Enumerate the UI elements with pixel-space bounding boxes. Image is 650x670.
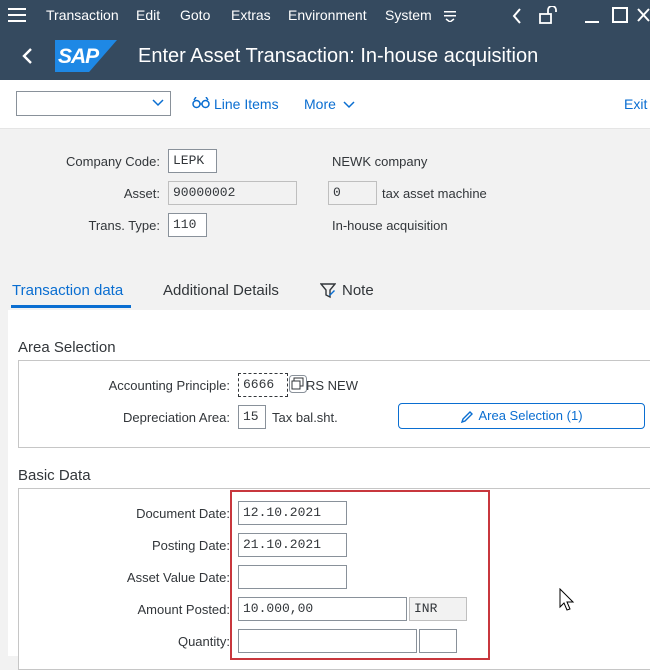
menu-more-icon[interactable]: [444, 10, 456, 22]
tab-note[interactable]: Note: [342, 282, 374, 299]
chevron-left-icon[interactable]: [512, 8, 522, 24]
hamburger-menu-icon[interactable]: [8, 8, 26, 22]
depreciation-area-text: Tax bal.sht.: [272, 410, 338, 425]
area-selection-title: Area Selection: [18, 339, 116, 356]
glasses-icon: [192, 97, 210, 109]
asset-description: tax asset machine: [382, 186, 487, 201]
exit-button[interactable]: Exit: [624, 96, 647, 112]
trans-type-field[interactable]: 110: [168, 213, 207, 237]
pencil-icon: [460, 410, 474, 424]
area-selection-button-label: Area Selection (1): [478, 408, 583, 423]
close-icon[interactable]: [637, 7, 650, 23]
posting-date-label: Posting Date:: [151, 538, 230, 553]
mouse-pointer-icon: [559, 588, 575, 612]
company-code-label: Company Code:: [66, 154, 160, 169]
menu-system[interactable]: System: [385, 7, 432, 23]
depreciation-area-label: Depreciation Area:: [123, 410, 230, 425]
menu-goto[interactable]: Goto: [180, 7, 210, 23]
menu-transaction[interactable]: Transaction: [46, 7, 119, 23]
asset-value-date-label: Asset Value Date:: [126, 570, 230, 585]
menu-extras[interactable]: Extras: [231, 7, 271, 23]
quantity-label: Quantity:: [177, 634, 230, 649]
maximize-icon[interactable]: [612, 7, 628, 23]
line-items-button[interactable]: Line Items: [214, 96, 279, 112]
tab-transaction-data[interactable]: Transaction data: [12, 282, 123, 299]
menu-edit[interactable]: Edit: [136, 7, 160, 23]
chevron-down-icon[interactable]: [152, 99, 164, 107]
note-icon: [320, 283, 336, 299]
highlight-box: [230, 490, 490, 660]
trans-type-description: In-house acquisition: [332, 218, 448, 233]
menu-environment[interactable]: Environment: [288, 7, 367, 23]
more-chevron-icon: [343, 101, 355, 109]
tab-additional-details[interactable]: Additional Details: [163, 282, 279, 299]
value-help-icon[interactable]: [289, 375, 307, 393]
menu-bar: Transaction Edit Goto Extras Environment…: [0, 0, 650, 31]
asset-subnumber-field[interactable]: 0: [328, 181, 377, 205]
accounting-principle-text: RS NEW: [306, 378, 358, 393]
basic-data-title: Basic Data: [18, 467, 91, 484]
asset-field[interactable]: 90000002: [168, 181, 297, 205]
trans-type-label: Trans. Type:: [88, 218, 160, 233]
area-selection-button[interactable]: Area Selection (1): [398, 403, 645, 429]
page-title: Enter Asset Transaction: In-house acquis…: [138, 45, 539, 67]
asset-label: Asset:: [123, 186, 160, 201]
unlock-icon[interactable]: [539, 6, 557, 24]
active-tab-indicator: [11, 305, 131, 308]
accounting-principle-field[interactable]: 6666: [238, 373, 288, 397]
amount-posted-label: Amount Posted:: [137, 602, 231, 617]
company-code-field[interactable]: LEPK: [168, 149, 217, 173]
document-date-label: Document Date:: [136, 506, 230, 521]
back-arrow-icon[interactable]: [21, 47, 33, 65]
accounting-principle-label: Accounting Principle:: [108, 378, 230, 393]
more-button[interactable]: More: [304, 96, 336, 112]
minimize-icon[interactable]: [584, 9, 600, 23]
company-name: NEWK company: [332, 154, 428, 169]
depreciation-area-field[interactable]: 15: [238, 405, 266, 429]
command-field[interactable]: [16, 91, 171, 116]
